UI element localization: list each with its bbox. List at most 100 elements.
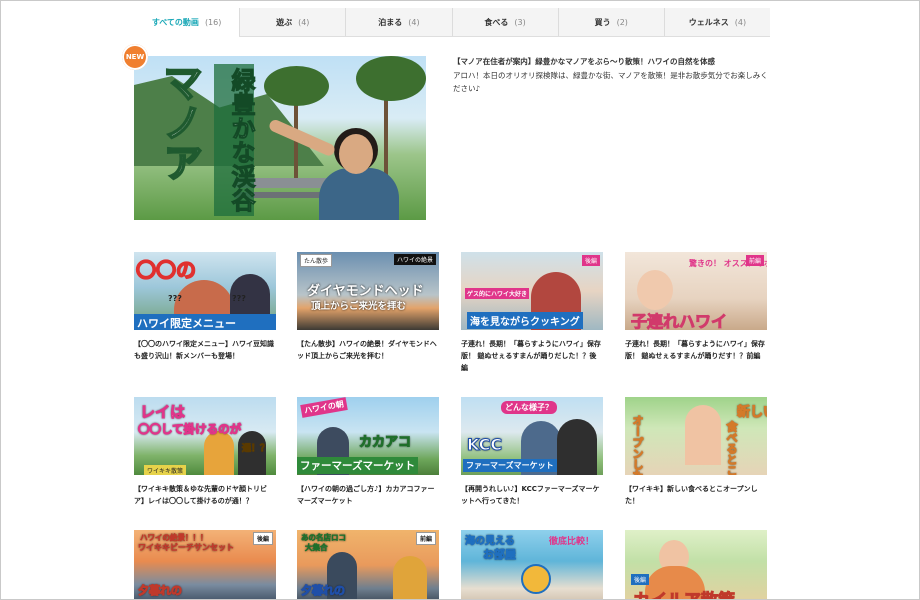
tab-count: (3) [514,17,526,27]
video-card[interactable]: ゲス的にハワイ大好き 海を見ながらクッキング 後編 子連れ！長期！「暮らすように… [461,252,603,374]
overlay-text: カイルア散策 [633,586,736,600]
overlay-text: 食べるとこ [725,421,739,476]
tab-label: すべての動画 [151,18,199,27]
overlay-text: オープンした！ [631,415,645,476]
tab-count: (16) [204,18,222,27]
overlay-text: KCC [466,435,503,455]
video-card[interactable]: たん散歩 ハワイの絶景 ダイヤモンドヘッド 頂上からご来光を拝む 【たん散歩】ハ… [297,252,439,362]
video-card[interactable]: 新しい 食べるとこ オープンした！ 【ワイキキ】新しい食べるとこオープンした！ [625,397,767,507]
video-card[interactable]: 海の見える お部屋 徹底比較！ [461,530,603,599]
overlay-text: ゲス的にハワイ大好き [465,288,530,299]
mascot-icon [521,564,551,594]
tab-stay[interactable]: 泊まる (4) [345,8,451,36]
overlay-text: 〇〇して掛けるのが [137,422,242,437]
video-thumbnail[interactable]: あの名店ロコ 大集合 夕暮れの 前編 [297,530,439,599]
overlay-text: ハワイの朝 [300,397,348,418]
overlay-title-main: マノア [155,61,203,183]
featured-video-description: アロハ！本日のオリオリ探検隊は、緑豊かな街、マノアを散策！是非お散歩気分でお楽し… [453,71,768,93]
overlay-text: 夕暮れの [301,584,346,598]
video-card[interactable]: ハワイの朝 カカアコ ファーマーズマーケット 【ハワイの朝の過ごし方♪】カカアコ… [297,397,439,507]
tab-wellness[interactable]: ウェルネス (4) [663,8,770,36]
tab-count: (4) [734,17,747,27]
tab-eat[interactable]: 食べる (3) [451,8,558,36]
overlay-text: レイは [139,403,186,422]
overlay-text: カカアコ [358,435,412,451]
overlay-text: ファーマーズマーケット [297,457,418,474]
video-title[interactable]: 【ワイキキ散策＆ゆな先輩のドヤ顔トリビア】レイは〇〇して掛けるのが通！？ [134,483,276,507]
tab-count: (4) [408,17,420,27]
video-title[interactable]: 子連れ！長期！「暮らすようにハワイ」保存版！ 鎚ぬせぇるすまんが踊りだした！？後… [461,338,603,374]
overlay-text: ハワイ限定メニュー [134,314,276,330]
person-figure [393,556,427,599]
tab-label: 買う [594,17,611,27]
video-card[interactable]: 後編 カイルア散策 [625,530,767,600]
overlay-text: ??? [232,294,246,303]
tab-label: 泊まる [378,17,403,27]
new-badge: NEW [122,44,148,70]
overlay-text: 大集合 [305,543,328,553]
overlay-text: 新しい [736,405,767,421]
overlay-text: ダイヤモンドヘッド [307,284,424,299]
overlay-text: 〇〇の [135,257,197,283]
tab-all[interactable]: すべての動画 (16) [134,8,240,38]
video-thumbnail[interactable]: ハワイの絶景！！！ ワイキキビーチサンセット 夕暮れの 後編 [134,530,276,599]
person-figure [557,419,597,475]
video-thumbnail[interactable]: ゲス的にハワイ大好き 海を見ながらクッキング 後編 [461,252,603,330]
video-title[interactable]: 【〇〇のハワイ限定メニュー】ハワイ豆知識も盛り沢山！新メンバーも登場！ [134,338,276,362]
series-tag: たん散歩 [300,254,333,267]
tree-canopy [356,56,426,101]
video-title[interactable]: 【ハワイの朝の過ごし方♪】カカアコファーマーズマーケット [297,483,439,507]
video-thumbnail[interactable]: ハワイの朝 カカアコ ファーマーズマーケット [297,397,439,475]
series-tag: ワイキキ散策 [144,465,187,475]
baby-figure [637,270,673,310]
video-card[interactable]: レイは 〇〇して掛けるのが 通！？ ワイキキ散策 【ワイキキ散策＆ゆな先輩のドヤ… [134,397,276,507]
video-thumbnail[interactable]: たん散歩 ハワイの絶景 ダイヤモンドヘッド 頂上からご来光を拝む [297,252,439,330]
person-figure [204,431,234,475]
tab-label: 食べる [484,17,509,27]
tab-count: (4) [298,17,310,27]
video-card[interactable]: 〇〇の ??? ??? ハワイ限定メニュー 【〇〇のハワイ限定メニュー】ハワイ豆… [134,252,276,362]
video-thumbnail[interactable]: 後編 カイルア散策 [625,530,767,600]
series-tag: 前編 [415,532,436,545]
overlay-title-sub: 緑豊かな渓谷 [214,64,256,216]
overlay-text: 頂上からご来光を拝む [311,301,407,312]
video-title[interactable]: 【ワイキキ】新しい食べるとこオープンした！ [625,483,767,507]
overlay-text: 子連れハワイ [630,312,728,331]
overlay-text: お部屋 [483,548,517,562]
overlay-text: 徹底比較！ [549,537,595,547]
overlay-text: ワイキキビーチサンセット [138,543,235,553]
person-figure [685,405,721,465]
video-thumbnail[interactable]: 新しい 食べるとこ オープンした！ [625,397,767,475]
video-thumbnail[interactable]: レイは 〇〇して掛けるのが 通！？ ワイキキ散策 [134,397,276,475]
overlay-text: 通！？ [241,444,270,455]
video-card[interactable]: 驚きの！ オススメのホテルとは！？ 子連れハワイ 前編 子連れ！長期！「暮らすよ… [625,252,767,362]
overlay-text: ??? [168,294,182,303]
featured-video-title[interactable]: 【マノア在住者が案内】緑豊かなマノアをぶら〜り散策！ハワイの自然を体感 [453,56,773,68]
overlay-text: ファーマーズマーケット [463,459,557,472]
series-tag: 後編 [631,574,650,585]
featured-video-thumbnail[interactable]: マノア 緑豊かな渓谷 [134,56,426,220]
video-thumbnail[interactable]: 驚きの！ オススメのホテルとは！？ 子連れハワイ 前編 [625,252,767,330]
video-thumbnail[interactable]: 海の見える お部屋 徹底比較！ [461,530,603,599]
overlay-text: 海の見える [465,536,515,548]
video-title[interactable]: 子連れ！長期！「暮らすようにハワイ」保存版！ 鎚ぬせぇるすまんが踊りだす！？前編 [625,338,767,362]
series-tag: 前編 [745,255,764,266]
tab-buy[interactable]: 買う (2) [557,8,664,36]
video-thumbnail[interactable]: どんな様子？ KCC ファーマーズマーケット [461,397,603,475]
video-card[interactable]: あの名店ロコ 大集合 夕暮れの 前編 [297,530,439,599]
tab-count: (2) [616,17,628,27]
overlay-text: どんな様子？ [501,401,557,414]
video-title[interactable]: 【たん散歩】ハワイの絶景！ダイヤモンドヘッド頂上からご来光を拝む！ [297,338,439,362]
category-tabs: すべての動画 (16) 遊ぶ (4) 泊まる (4) 食べる (3) 買う (2) ウェル… [134,8,770,38]
video-thumbnail[interactable]: 〇〇の ??? ??? ハワイ限定メニュー [134,252,276,330]
page-frame: すべての動画 (16) 遊ぶ (4) 泊まる (4) 食べる (3) 買う (2) ウェル… [0,0,920,600]
video-card[interactable]: ハワイの絶景！！！ ワイキキビーチサンセット 夕暮れの 後編 [134,530,276,599]
video-card[interactable]: どんな様子？ KCC ファーマーズマーケット 【再開うれしい♪】KCCファーマー… [461,397,603,507]
person-face [339,134,373,174]
tree-canopy [264,66,329,106]
video-title[interactable]: 【再開うれしい♪】KCCファーマーズマーケットへ行ってきた！ [461,483,603,507]
series-tag: 後編 [581,255,600,266]
tab-label: 遊ぶ [276,17,293,27]
series-tag: ハワイの絶景 [393,254,436,265]
tab-play[interactable]: 遊ぶ (4) [239,8,345,36]
